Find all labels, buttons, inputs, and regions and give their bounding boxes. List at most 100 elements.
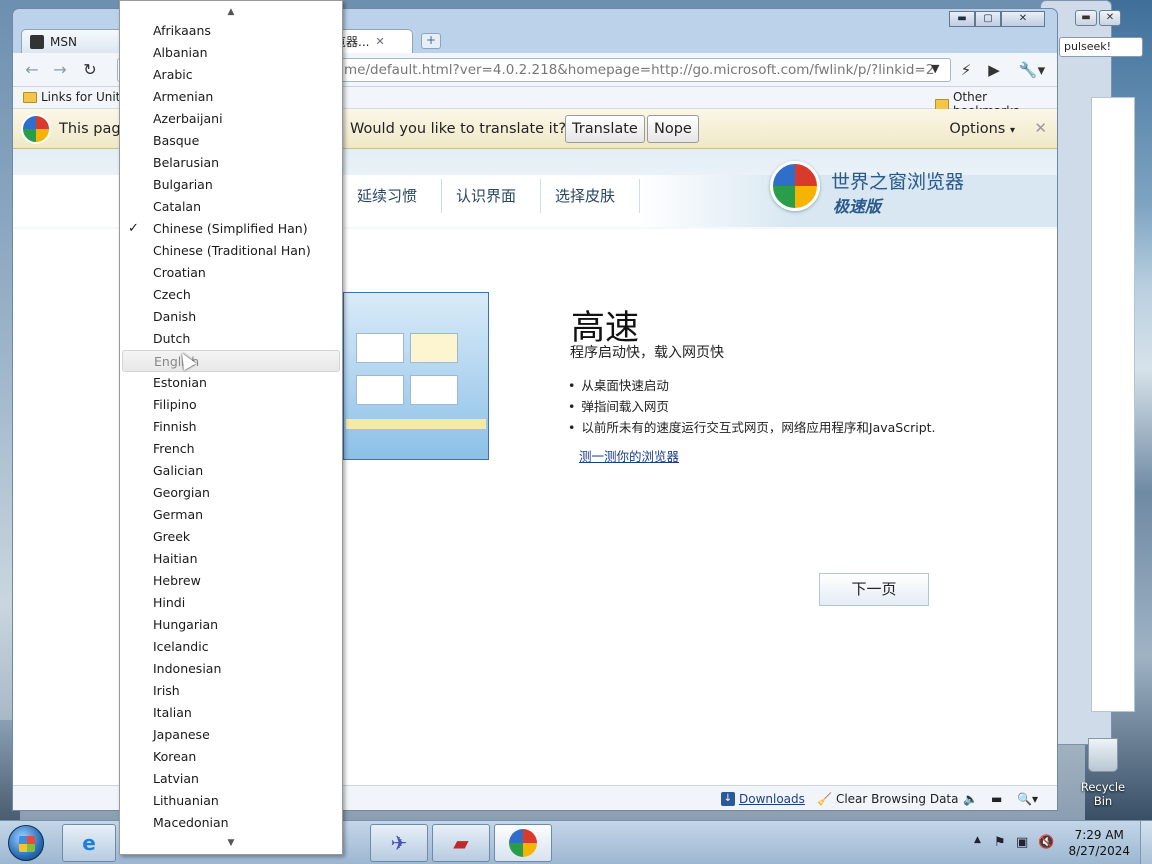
browser-logo-icon: [21, 114, 51, 144]
language-item[interactable]: Danish: [122, 306, 340, 328]
brand-subtitle: 极速版: [833, 197, 882, 216]
bg-close-button[interactable]: ✕: [1099, 10, 1121, 26]
lightning-icon[interactable]: ⚡: [955, 59, 977, 81]
show-desktop-button[interactable]: [1140, 821, 1152, 864]
options-menu[interactable]: Options ▾: [949, 121, 1015, 137]
bg-minimize-button[interactable]: ▬: [1075, 10, 1097, 26]
downloads-link[interactable]: ↓ Downloads: [721, 792, 805, 806]
wrench-menu-icon[interactable]: 🔧▾: [1017, 59, 1047, 81]
language-item[interactable]: Afrikaans: [122, 20, 340, 42]
language-item[interactable]: English: [122, 350, 340, 372]
tab-close-icon[interactable]: ✕: [375, 35, 384, 48]
language-item[interactable]: Filipino: [122, 394, 340, 416]
language-item[interactable]: Japanese: [122, 724, 340, 746]
language-label: Italian: [153, 705, 192, 720]
language-item[interactable]: Irish: [122, 680, 340, 702]
tab-title: MSN: [50, 34, 77, 49]
language-item[interactable]: Macedonian: [122, 812, 340, 834]
language-item[interactable]: Dutch: [122, 328, 340, 350]
next-page-button[interactable]: 下一页: [819, 573, 929, 606]
language-item[interactable]: Catalan: [122, 196, 340, 218]
volume-icon[interactable]: 🔈: [963, 792, 978, 806]
language-item[interactable]: Hungarian: [122, 614, 340, 636]
language-label: Albanian: [153, 45, 208, 60]
list-item: 弹指间载入网页: [568, 396, 936, 417]
language-label: Haitian: [153, 551, 198, 566]
bg-window-tab[interactable]: pulseek!: [1059, 37, 1143, 57]
preview-card: [356, 333, 404, 363]
forward-arrow-icon[interactable]: →: [49, 59, 71, 81]
scroll-down-arrow-icon[interactable]: ▼: [120, 834, 342, 852]
zoom-icon[interactable]: 🔍▾: [1017, 792, 1038, 806]
reload-icon[interactable]: ↻: [79, 59, 101, 81]
volume-muted-icon[interactable]: 🔇: [1038, 835, 1054, 850]
language-item[interactable]: Lithuanian: [122, 790, 340, 812]
clock[interactable]: 7:29 AM 8/27/2024: [1068, 827, 1130, 859]
language-item[interactable]: Czech: [122, 284, 340, 306]
clear-browsing-data-button[interactable]: 🧹 Clear Browsing Data: [817, 792, 958, 806]
language-label: Armenian: [153, 89, 214, 104]
language-label: Afrikaans: [153, 23, 211, 38]
language-item[interactable]: Greek: [122, 526, 340, 548]
language-item[interactable]: Georgian: [122, 482, 340, 504]
translate-button[interactable]: Translate: [565, 115, 645, 143]
language-label: German: [153, 507, 204, 522]
language-item[interactable]: Korean: [122, 746, 340, 768]
recycle-bin-icon: [1088, 738, 1118, 772]
language-item[interactable]: Albanian: [122, 42, 340, 64]
language-item[interactable]: Croatian: [122, 262, 340, 284]
language-item[interactable]: Arabic: [122, 64, 340, 86]
language-item[interactable]: Indonesian: [122, 658, 340, 680]
feature-subtitle: 程序启动快，载入网页快: [570, 345, 724, 361]
tray-expand-icon[interactable]: ▲: [974, 835, 981, 845]
language-item[interactable]: Basque: [122, 130, 340, 152]
infobar-question: Would you like to translate it?: [350, 121, 567, 137]
downloads-label[interactable]: Downloads: [739, 792, 805, 806]
language-label: Azerbaijani: [153, 111, 223, 126]
language-item[interactable]: Galician: [122, 460, 340, 482]
back-arrow-icon[interactable]: ←: [21, 59, 43, 81]
language-item[interactable]: Azerbaijani: [122, 108, 340, 130]
language-label: Bulgarian: [153, 177, 213, 192]
language-item[interactable]: Bulgarian: [122, 174, 340, 196]
language-item[interactable]: Haitian: [122, 548, 340, 570]
wizard-step[interactable]: 延续习惯: [343, 179, 443, 213]
recycle-bin[interactable]: Recycle Bin: [1070, 738, 1136, 808]
language-label: Irish: [153, 683, 180, 698]
language-item[interactable]: Chinese (Traditional Han): [122, 240, 340, 262]
language-item[interactable]: Estonian: [122, 372, 340, 394]
msn-favicon-icon: [30, 34, 44, 49]
language-item[interactable]: French: [122, 438, 340, 460]
preview-card: [410, 333, 458, 363]
nope-button[interactable]: Nope: [647, 115, 699, 143]
world-browser-taskbar-icon[interactable]: [494, 824, 552, 862]
wizard-step[interactable]: 认识界面: [442, 179, 542, 213]
internet-explorer-icon[interactable]: e: [62, 824, 116, 862]
language-item[interactable]: Italian: [122, 702, 340, 724]
wizard-step[interactable]: 选择皮肤: [541, 179, 641, 213]
language-label: Chinese (Simplified Han): [153, 221, 308, 236]
language-item[interactable]: Latvian: [122, 768, 340, 790]
start-button[interactable]: [8, 825, 44, 861]
new-tab-button[interactable]: +: [421, 33, 441, 49]
test-browser-link[interactable]: 测一测你的浏览器: [579, 446, 679, 465]
language-item[interactable]: Belarusian: [122, 152, 340, 174]
language-item[interactable]: Hebrew: [122, 570, 340, 592]
language-item[interactable]: German: [122, 504, 340, 526]
scroll-up-arrow-icon[interactable]: ▲: [120, 3, 342, 21]
app-document-icon[interactable]: ▰: [432, 824, 490, 862]
language-item[interactable]: Finnish: [122, 416, 340, 438]
bookmark-links-folder[interactable]: Links for Unite: [23, 90, 128, 104]
language-item[interactable]: Armenian: [122, 86, 340, 108]
app-bird-icon[interactable]: ✈: [370, 824, 428, 862]
language-item[interactable]: Icelandic: [122, 636, 340, 658]
network-icon[interactable]: ▣: [1016, 835, 1028, 850]
address-dropdown-icon[interactable]: ▼: [931, 62, 939, 75]
infobar-close-icon[interactable]: ✕: [1034, 119, 1047, 137]
language-item[interactable]: ✓ Chinese (Simplified Han): [122, 218, 340, 240]
language-dropdown-menu[interactable]: ▲ Afrikaans Albanian Arabic Armenian Azerbai…: [119, 0, 343, 855]
language-item[interactable]: Hindi: [122, 592, 340, 614]
flag-icon[interactable]: ⚑: [994, 835, 1006, 850]
device-icon[interactable]: ▬: [991, 792, 1002, 806]
play-icon[interactable]: ▶: [983, 59, 1005, 81]
